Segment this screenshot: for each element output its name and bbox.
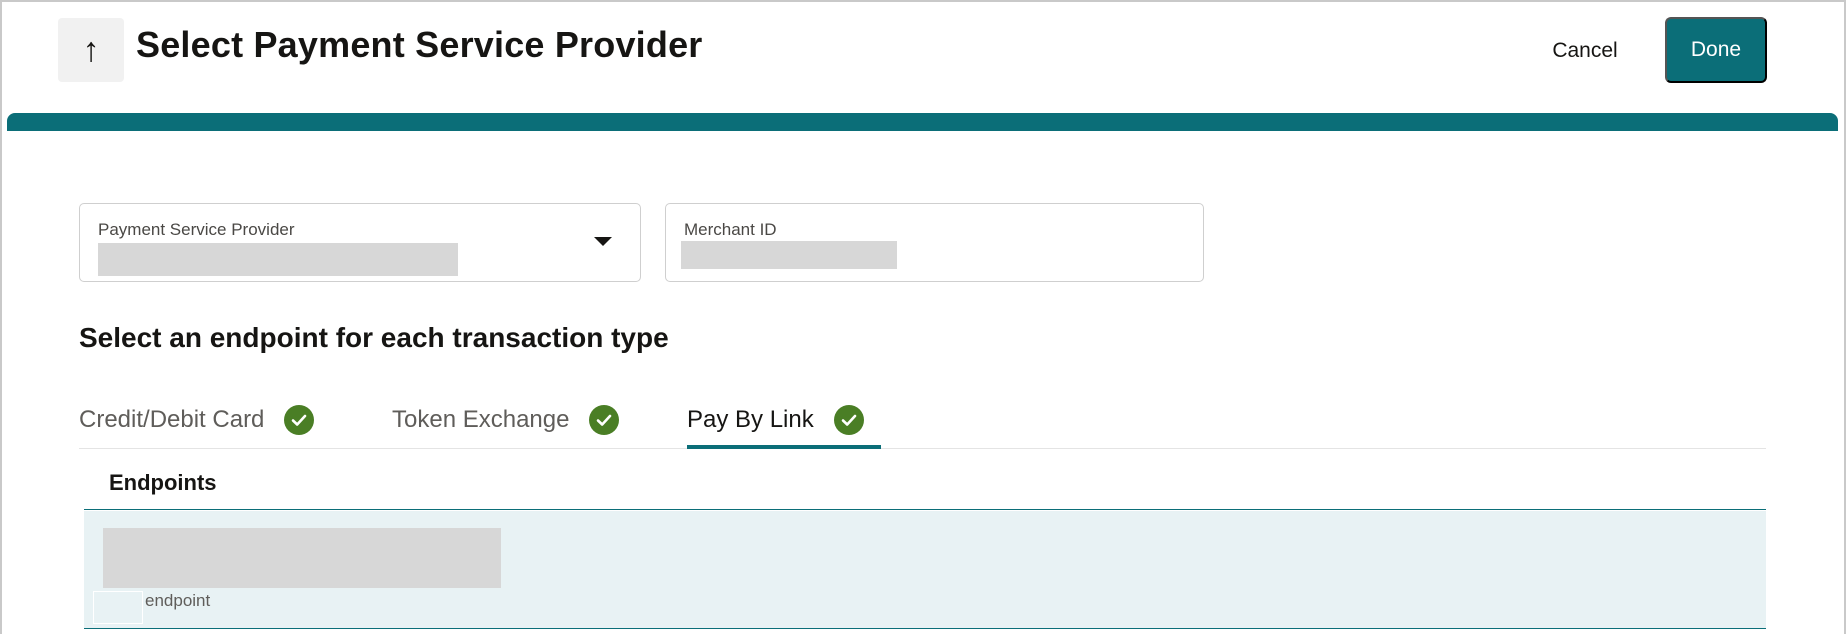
tab-pay-by-link[interactable]: Pay By Link <box>687 390 864 449</box>
done-button[interactable]: Done <box>1665 17 1767 83</box>
tab-label: Pay By Link <box>687 405 814 433</box>
tab-label: Credit/Debit Card <box>79 405 265 433</box>
psp-select[interactable]: Payment Service Provider <box>79 203 641 282</box>
cancel-button[interactable]: Cancel <box>1530 18 1640 84</box>
caret-down-icon[interactable] <box>594 237 612 246</box>
merchant-id-field[interactable]: Merchant ID <box>665 203 1204 282</box>
page-header: ↑ Select Payment Service Provider Cancel… <box>0 0 1846 112</box>
selected-tab-indicator <box>687 445 881 449</box>
merchant-id-value-redacted <box>681 241 897 269</box>
psp-value-redacted <box>98 243 458 276</box>
table-row[interactable]: endpoint <box>84 511 1766 629</box>
psp-label: Payment Service Provider <box>98 220 295 239</box>
endpoints-table-header: Endpoints <box>84 450 1766 510</box>
transaction-type-tabs: Credit/Debit Card Token Exchange Pay By … <box>79 390 1766 449</box>
check-circle-icon <box>589 404 620 435</box>
check-circle-icon <box>284 404 315 435</box>
back-button[interactable]: ↑ <box>58 18 124 82</box>
check-circle-icon <box>833 404 864 435</box>
merchant-id-label: Merchant ID <box>684 220 777 239</box>
tab-credit-debit-card[interactable]: Credit/Debit Card <box>79 390 315 449</box>
arrow-up-icon: ↑ <box>82 31 100 69</box>
tab-label: Token Exchange <box>392 405 570 433</box>
page-title: Select Payment Service Provider <box>136 24 703 65</box>
brand-bar <box>7 113 1838 131</box>
section-title: Select an endpoint for each transaction … <box>79 322 669 353</box>
column-header-endpoints: Endpoints <box>109 470 217 495</box>
tab-token-exchange[interactable]: Token Exchange <box>392 390 620 449</box>
endpoint-name-redacted <box>103 528 501 588</box>
row-select-box[interactable] <box>93 591 143 624</box>
endpoint-subtext: endpoint <box>145 591 211 610</box>
